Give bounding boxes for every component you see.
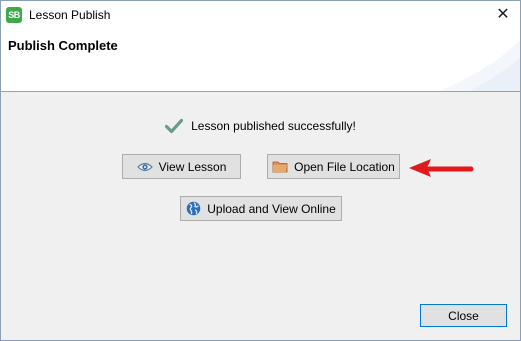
page-title: Publish Complete: [8, 38, 118, 53]
folder-icon: [272, 161, 288, 173]
status-row: Lesson published successfully!: [1, 118, 520, 138]
view-lesson-button[interactable]: View Lesson: [122, 154, 241, 179]
upload-and-view-online-label: Upload and View Online: [207, 201, 336, 216]
open-file-location-button[interactable]: Open File Location: [267, 154, 400, 179]
globe-icon: [186, 201, 201, 216]
dialog-header: Publish Complete: [1, 30, 520, 91]
close-button[interactable]: Close: [420, 304, 507, 327]
upload-and-view-online-button[interactable]: Upload and View Online: [180, 196, 342, 221]
view-lesson-label: View Lesson: [158, 159, 227, 174]
eye-icon: [136, 162, 153, 171]
status-message: Lesson published successfully!: [191, 119, 356, 133]
title-bar: SB Lesson Publish ✕: [1, 1, 520, 30]
close-icon[interactable]: ✕: [486, 1, 520, 30]
header-divider: [1, 91, 520, 92]
header-decoration: [440, 40, 520, 91]
red-arrow-icon: [409, 159, 474, 177]
close-button-label: Close: [448, 308, 479, 323]
open-file-location-label: Open File Location: [294, 159, 395, 174]
app-icon: SB: [6, 7, 22, 23]
window-title: Lesson Publish: [29, 8, 111, 22]
checkmark-icon: [165, 118, 184, 134]
publish-dialog: SB Lesson Publish ✕ Publish Complete Les…: [0, 0, 521, 341]
